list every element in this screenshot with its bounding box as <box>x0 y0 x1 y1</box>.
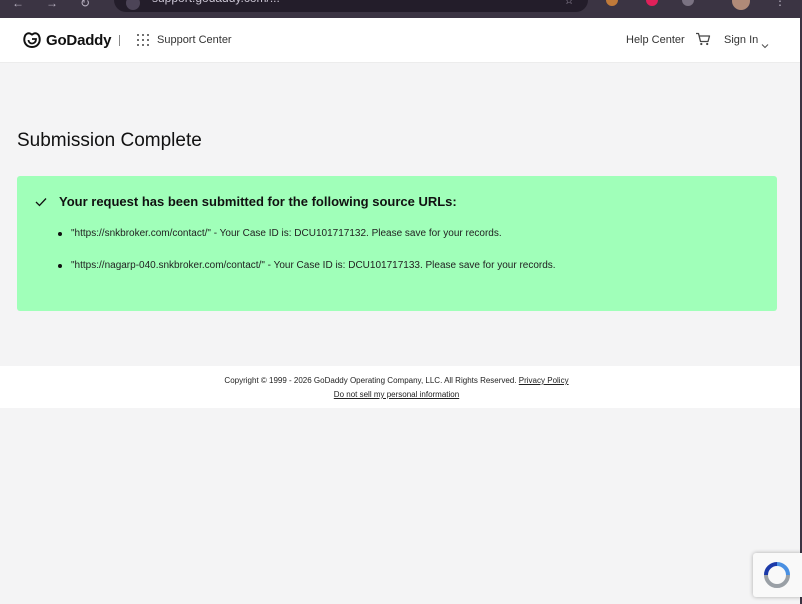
address-text: support.godaddy.com/... <box>152 0 532 8</box>
logo-text: GoDaddy <box>46 31 112 49</box>
site-footer: Copyright © 1999 - 2026 GoDaddy Operatin… <box>0 366 800 408</box>
shopping-cart-icon[interactable] <box>695 32 711 51</box>
list-item: "https://snkbroker.com/contact/" - Your … <box>58 228 556 260</box>
success-panel: Your request has been submitted for the … <box>17 176 777 311</box>
header-divider <box>119 35 120 46</box>
back-icon[interactable]: ← <box>12 0 24 10</box>
copyright-label: Copyright © 1999 - 2026 GoDaddy Operatin… <box>224 376 517 385</box>
extension-icon[interactable] <box>646 0 658 6</box>
site-info-icon[interactable] <box>126 0 140 10</box>
privacy-policy-link[interactable]: Privacy Policy <box>519 376 569 385</box>
browser-menu-icon[interactable]: ⋮ <box>774 0 786 8</box>
forward-icon[interactable]: → <box>46 0 58 10</box>
address-bar[interactable]: support.godaddy.com/... ☆ <box>114 0 588 12</box>
do-not-sell-link[interactable]: Do not sell my personal information <box>0 390 793 399</box>
help-center-link[interactable]: Help Center <box>626 34 685 46</box>
page-title: Submission Complete <box>17 130 202 151</box>
bookmark-star-icon[interactable]: ☆ <box>564 0 574 7</box>
browser-toolbar: ← → ↻ support.godaddy.com/... ☆ ⋮ <box>0 0 802 18</box>
site-header: GoDaddy Support Center Help Center Sign … <box>0 18 800 63</box>
panel-heading: Your request has been submitted for the … <box>59 194 457 209</box>
profile-avatar[interactable] <box>732 0 750 10</box>
godaddy-logo-icon <box>23 32 41 49</box>
recaptcha-icon <box>764 562 790 588</box>
reload-icon[interactable]: ↻ <box>80 0 90 10</box>
copyright-text: Copyright © 1999 - 2026 GoDaddy Operatin… <box>0 376 793 385</box>
extension-icon[interactable] <box>682 0 694 6</box>
godaddy-logo[interactable]: GoDaddy <box>22 30 111 50</box>
sign-in-button[interactable]: Sign In <box>724 34 758 46</box>
apps-grid-icon[interactable] <box>137 34 149 46</box>
checkmark-icon <box>35 194 47 212</box>
list-item: "https://nagarp-040.snkbroker.com/contac… <box>58 260 556 292</box>
submitted-url-list: "https://snkbroker.com/contact/" - Your … <box>58 228 556 292</box>
chevron-down-icon[interactable] <box>761 36 769 54</box>
support-center-link[interactable]: Support Center <box>157 34 232 46</box>
recaptcha-badge[interactable] <box>753 553 802 597</box>
extension-icon[interactable] <box>606 0 618 6</box>
